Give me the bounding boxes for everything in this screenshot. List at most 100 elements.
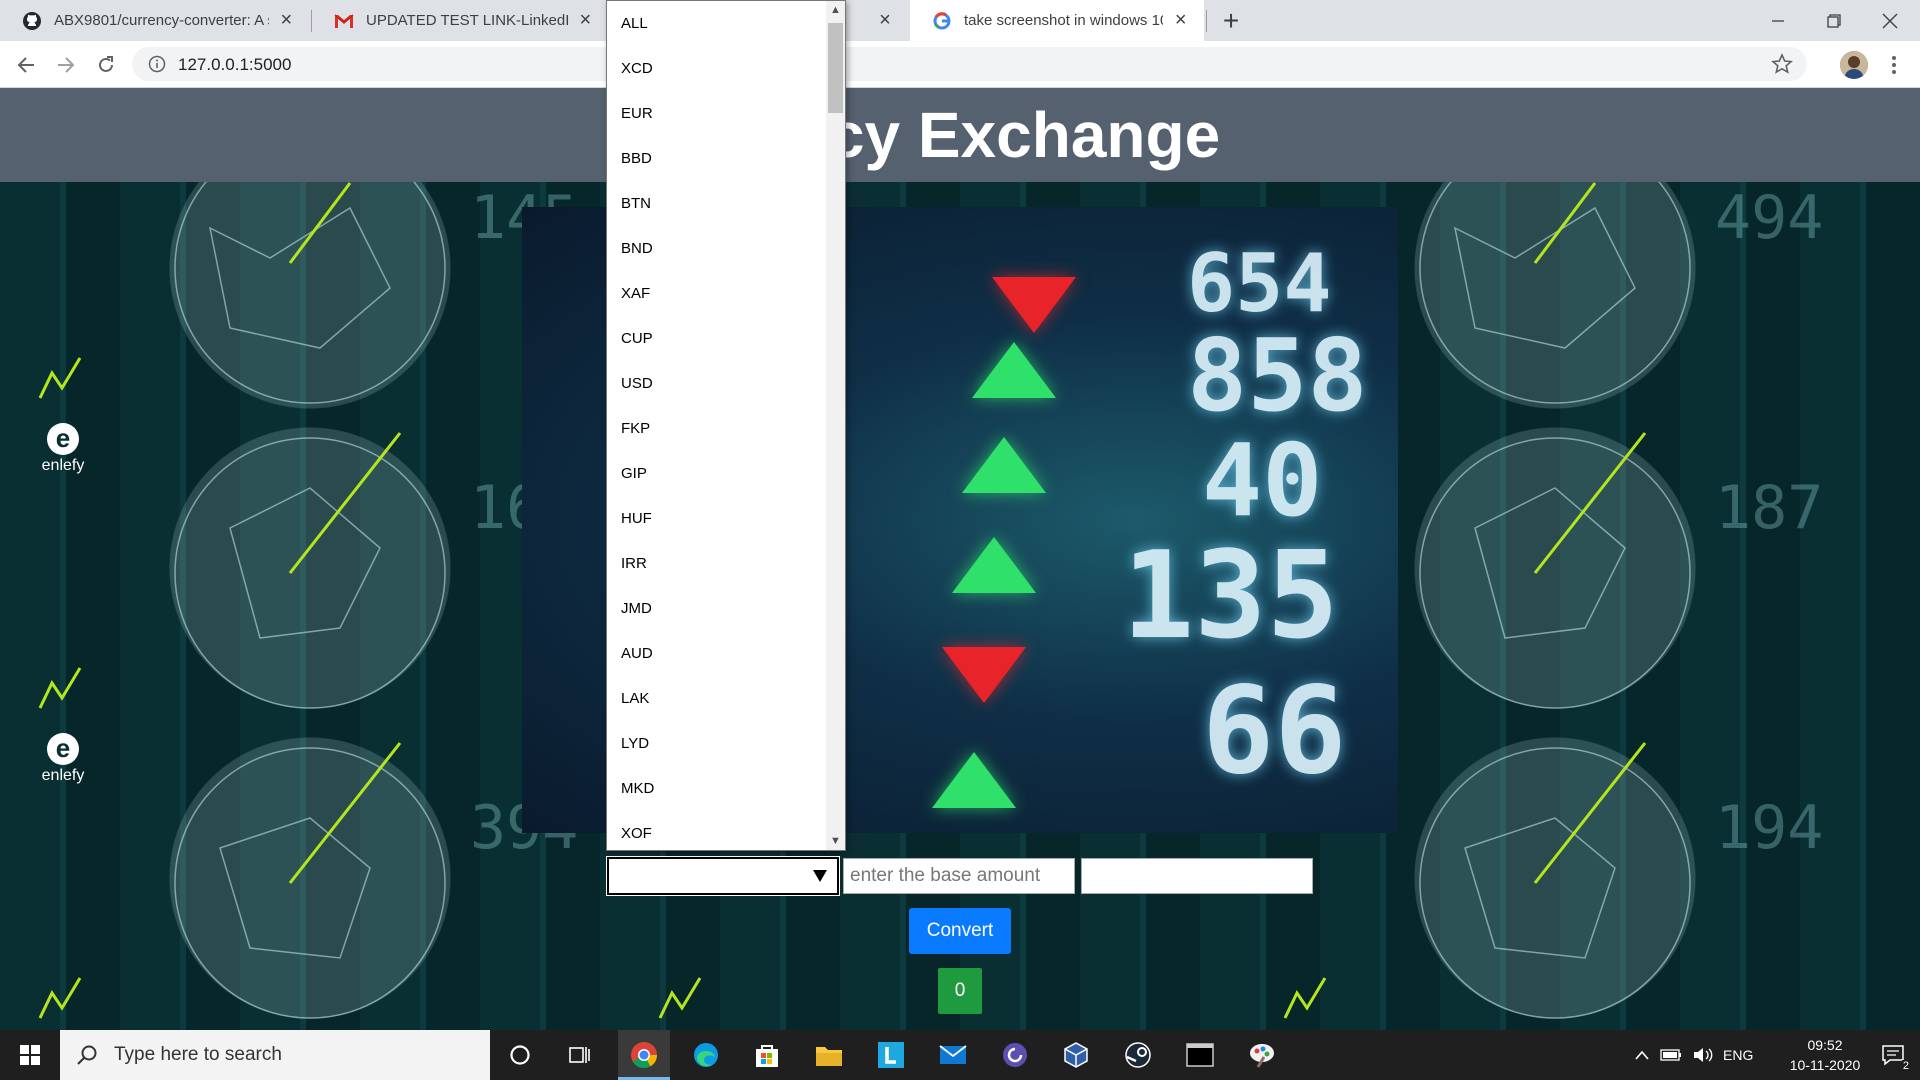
currency-option[interactable]: LAK [607, 676, 827, 721]
language-indicator[interactable]: ENG [1723, 1047, 1753, 1063]
edge-icon[interactable] [676, 1030, 736, 1080]
currency-option[interactable]: USD [607, 361, 827, 406]
cortana-icon[interactable] [490, 1030, 550, 1080]
down-arrow-icon [992, 277, 1076, 333]
up-arrow-icon [972, 342, 1056, 398]
svg-text:194: 194 [1715, 793, 1823, 863]
reload-icon[interactable] [90, 49, 122, 81]
base-amount-input[interactable] [843, 858, 1075, 894]
currency-option[interactable]: HUF [607, 496, 827, 541]
tab-github[interactable]: ABX9801/currency-converter: A s × [0, 0, 310, 41]
clock-date[interactable]: 10-11-2020 [1768, 1057, 1882, 1073]
mail-icon[interactable] [923, 1030, 983, 1080]
page-content: 14516394 494187194 e enlefy e enlefy ncy… [0, 88, 1920, 1030]
show-hidden-icons-chevron-icon[interactable] [1628, 1030, 1656, 1080]
result-field[interactable] [1081, 858, 1313, 894]
result-badge: 0 [938, 968, 982, 1014]
enlefy-logo-mark: e [47, 423, 79, 455]
gmail-icon [334, 11, 354, 31]
browser-tab-bar: ABX9801/currency-converter: A s × UPDATE… [0, 0, 1920, 41]
microsoft-store-icon[interactable] [737, 1030, 797, 1080]
address-bar[interactable]: 127.0.0.1:5000 [132, 47, 1807, 81]
taskbar-search-placeholder: Type here to search [114, 1044, 282, 1065]
down-arrow-icon [942, 647, 1026, 703]
currency-option[interactable]: BTN [607, 181, 827, 226]
windows-start-icon[interactable] [0, 1030, 60, 1080]
enlefy-logo-mark: e [47, 733, 79, 765]
dropdown-arrow-icon [813, 870, 827, 882]
windows-taskbar: Type here to search ENG 09:52 10-11-2020… [0, 1030, 1920, 1080]
currency-option[interactable]: LYD [607, 721, 827, 766]
currency-option[interactable]: MKD [607, 766, 827, 811]
currency-option[interactable]: BND [607, 226, 827, 271]
currency-option[interactable]: JMD [607, 586, 827, 631]
tab-label: UPDATED TEST LINK-LinkedIn Su [366, 12, 569, 29]
currency-option[interactable]: XOF [607, 811, 827, 850]
notification-center-icon[interactable]: 2 [1866, 1030, 1920, 1080]
close-tab-icon[interactable]: × [277, 9, 296, 31]
forward-arrow-icon[interactable] [50, 49, 82, 81]
currency-dropdown-list[interactable]: ALL XCD EUR BBD BTN BND XAF CUP USD FKP GIP HUF IRR J… [606, 0, 846, 851]
tab-separator [1206, 10, 1207, 32]
terminal-icon[interactable] [1170, 1030, 1230, 1080]
volume-icon[interactable] [1688, 1030, 1718, 1080]
enlefy-logo: e enlefy [28, 733, 98, 785]
bookmark-star-icon[interactable] [1771, 53, 1793, 75]
currency-option[interactable]: AUD [607, 631, 827, 676]
restore-icon[interactable] [1806, 0, 1862, 41]
logo-text: enlefy [41, 767, 85, 784]
hero-number: 66 [1202, 662, 1347, 801]
scrollbar-thumb[interactable] [828, 23, 843, 113]
close-tab-icon[interactable]: × [1171, 9, 1190, 31]
url-text[interactable]: 127.0.0.1:5000 [178, 55, 291, 75]
logo-text: enlefy [41, 457, 85, 474]
chrome-icon[interactable] [614, 1030, 674, 1080]
dropdown-scrollbar[interactable]: ▲ ▼ [826, 1, 845, 850]
battery-icon[interactable] [1656, 1030, 1686, 1080]
close-tab-icon[interactable]: × [876, 9, 894, 31]
hero-number: 858 [1187, 317, 1368, 434]
up-arrow-icon [962, 437, 1046, 493]
up-arrow-icon [932, 752, 1016, 808]
l-app-icon[interactable] [861, 1030, 921, 1080]
currency-option[interactable]: GIP [607, 451, 827, 496]
tab-google-search[interactable]: take screenshot in windows 10 - × [910, 0, 1204, 41]
clock-time[interactable]: 09:52 [1790, 1037, 1860, 1053]
currency-option[interactable]: ALL [607, 1, 827, 46]
convert-button[interactable]: Convert [909, 908, 1011, 954]
tab-label: ABX9801/currency-converter: A s [54, 12, 269, 29]
back-arrow-icon[interactable] [10, 49, 42, 81]
swirl-app-icon[interactable] [985, 1030, 1045, 1080]
steam-icon[interactable] [1108, 1030, 1168, 1080]
currency-option[interactable]: XCD [607, 46, 827, 91]
taskbar-search-box[interactable]: Type here to search [60, 1030, 490, 1080]
currency-option[interactable]: BBD [607, 136, 827, 181]
scroll-down-icon[interactable]: ▼ [826, 832, 845, 850]
google-icon [932, 11, 952, 31]
task-view-icon[interactable] [550, 1030, 610, 1080]
menu-dots-icon[interactable] [1880, 51, 1908, 79]
svg-text:494: 494 [1715, 183, 1823, 253]
hero-number: 135 [1122, 527, 1339, 666]
currency-option[interactable]: IRR [607, 541, 827, 586]
currency-option[interactable]: CUP [607, 316, 827, 361]
hero-number: 40 [1202, 422, 1323, 539]
file-explorer-icon[interactable] [799, 1030, 859, 1080]
tab-hidden[interactable]: × [846, 0, 908, 41]
currency-options: ALL XCD EUR BBD BTN BND XAF CUP USD FKP GIP HUF IRR J… [607, 1, 827, 850]
virtualbox-icon[interactable] [1046, 1030, 1106, 1080]
tab-gmail[interactable]: UPDATED TEST LINK-LinkedIn Su × [312, 0, 608, 41]
new-tab-button[interactable]: + [1215, 5, 1247, 36]
minimize-icon[interactable] [1750, 0, 1806, 41]
currency-option[interactable]: XAF [607, 271, 827, 316]
scroll-up-icon[interactable]: ▲ [826, 1, 845, 19]
currency-option[interactable]: FKP [607, 406, 827, 451]
site-info-icon[interactable] [148, 55, 166, 73]
paint-icon[interactable] [1232, 1030, 1292, 1080]
browser-toolbar: 127.0.0.1:5000 [0, 41, 1920, 88]
currency-option[interactable]: EUR [607, 91, 827, 136]
close-window-icon[interactable] [1862, 0, 1918, 41]
profile-avatar[interactable] [1840, 51, 1868, 79]
close-tab-icon[interactable]: × [577, 9, 594, 31]
currency-select[interactable] [606, 856, 840, 896]
